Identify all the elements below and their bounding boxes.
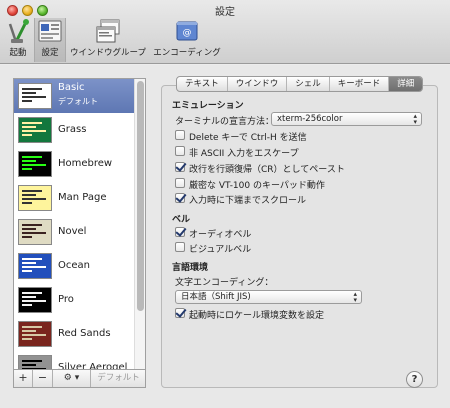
profile-thumbnail: [18, 355, 52, 369]
profile-name: Novel: [58, 226, 87, 237]
emulation-option-label: Delete キーで Ctrl-H を送信: [189, 133, 307, 143]
window-group-icon: [96, 19, 120, 43]
encoding-label: 文字エンコーディング：: [175, 278, 274, 288]
locale-env-checkbox[interactable]: [175, 308, 185, 318]
visual-bell-checkbox[interactable]: [175, 242, 185, 252]
emulation-option-label: 入力時に下端までスクロール: [189, 196, 307, 206]
toolbar-encodings[interactable]: @ エンコーディング: [150, 18, 224, 62]
toolbar-label: 設定: [41, 48, 59, 58]
toolbar-window-groups[interactable]: ウインドウグループ: [68, 18, 148, 62]
profile-name: Silver Aerogel: [58, 362, 128, 370]
toolbar-startup[interactable]: 起動: [3, 18, 33, 62]
bell-heading: ベル: [172, 215, 191, 225]
profile-list-scrollbar[interactable]: [134, 79, 145, 369]
profile-thumbnail: [18, 253, 52, 279]
profile-thumbnail: [18, 83, 52, 109]
light-switch-icon: [8, 19, 29, 43]
visual-bell-label: ビジュアルベル: [189, 245, 252, 255]
set-default-button[interactable]: デフォルト: [91, 370, 146, 387]
emulation-option-checkbox[interactable]: [175, 178, 185, 188]
profile-thumbnail: [18, 185, 52, 211]
profile-name: Basic: [58, 82, 85, 93]
terminal-type-popup[interactable]: xterm-256color ▴ ▾: [271, 112, 422, 126]
emulation-option-label: 厳密な VT-100 のキーパッド動作: [189, 181, 325, 191]
profile-item-man-page[interactable]: Man Page: [14, 181, 134, 215]
locale-env-label: 起動時にロケール環境変数を設定: [189, 311, 325, 321]
emulation-option-label: 非 ASCII 入力をエスケープ: [189, 149, 299, 159]
profile-item-novel[interactable]: Novel: [14, 215, 134, 249]
profile-name: Pro: [58, 294, 74, 305]
audio-bell-checkbox[interactable]: [175, 227, 185, 237]
profile-thumbnail: [18, 117, 52, 143]
tab-text[interactable]: テキスト: [177, 77, 228, 91]
tab-advanced[interactable]: 詳細: [389, 77, 423, 91]
tab-shell[interactable]: シェル: [287, 77, 330, 91]
profile-thumbnail: [18, 321, 52, 347]
help-button[interactable]: ?: [406, 371, 423, 388]
tab-keyboard[interactable]: キーボード: [330, 77, 390, 91]
chevron-updown-icon: ▴ ▾: [353, 290, 357, 304]
title-bar: 設定 起動 設定 ウインドウグループ @ エンコーディング: [0, 0, 450, 64]
emulation-option-checkbox[interactable]: [175, 146, 185, 156]
chevron-updown-icon: ▴ ▾: [413, 112, 417, 126]
gear-icon: ⚙: [63, 373, 72, 383]
language-heading: 言語環境: [172, 263, 209, 273]
profile-list[interactable]: Basic デフォルト Grass Homebrew Man Page Nove…: [13, 78, 146, 370]
profile-list-toolbar: + − ⚙ ▾ デフォルト: [13, 370, 146, 388]
profile-item-basic[interactable]: Basic デフォルト: [14, 79, 134, 113]
encoding-icon: @: [176, 21, 198, 41]
emulation-option-checkbox[interactable]: [175, 162, 185, 172]
toolbar-label: ウインドウグループ: [70, 48, 146, 58]
remove-profile-button[interactable]: −: [33, 370, 53, 387]
emulation-heading: エミュレーション: [172, 101, 244, 111]
profile-name: Homebrew: [58, 158, 113, 169]
profile-item-red-sands[interactable]: Red Sands: [14, 317, 134, 351]
settings-content: Basic デフォルト Grass Homebrew Man Page Nove…: [0, 65, 450, 408]
profile-name: Grass: [58, 124, 87, 135]
emulation-option-label: 改行を行頭復帰（CR）としてペースト: [189, 165, 345, 175]
emulation-option-checkbox[interactable]: [175, 130, 185, 140]
profile-thumbnail: [18, 287, 52, 313]
toolbar-settings[interactable]: 設定: [34, 18, 66, 62]
tab-window[interactable]: ウインドウ: [228, 77, 288, 91]
profile-thumbnail: [18, 219, 52, 245]
profile-item-silver-aerogel[interactable]: Silver Aerogel: [14, 351, 134, 370]
chevron-down-icon: ▾: [74, 373, 80, 383]
profile-name: Ocean: [58, 260, 90, 271]
add-profile-button[interactable]: +: [14, 370, 33, 387]
toolbar-label: 起動: [9, 48, 27, 58]
profile-item-homebrew[interactable]: Homebrew: [14, 147, 134, 181]
profile-item-pro[interactable]: Pro: [14, 283, 134, 317]
profile-thumbnail: [18, 151, 52, 177]
toolbar-label: エンコーディング: [153, 48, 221, 58]
audio-bell-label: オーディオベル: [189, 230, 252, 240]
profile-default-label: デフォルト: [58, 97, 98, 106]
terminal-type-value: xterm-256color: [277, 114, 343, 124]
window-title: 設定: [215, 7, 235, 18]
encoding-popup[interactable]: 日本語（Shift JIS) ▴ ▾: [175, 290, 362, 304]
profile-item-grass[interactable]: Grass: [14, 113, 134, 147]
scrollbar-thumb[interactable]: [137, 81, 144, 311]
profile-name: Red Sands: [58, 328, 111, 339]
settings-tabs: テキスト ウインドウ シェル キーボード 詳細: [176, 76, 424, 92]
encoding-value: 日本語（Shift JIS): [181, 292, 251, 302]
svg-text:@: @: [183, 28, 192, 38]
profile-actions-button[interactable]: ⚙ ▾: [53, 370, 91, 387]
settings-icon: [38, 20, 62, 42]
terminal-type-label: ターミナルの宣言方法：: [175, 117, 275, 127]
profile-item-ocean[interactable]: Ocean: [14, 249, 134, 283]
profile-name: Man Page: [58, 192, 107, 203]
emulation-option-checkbox[interactable]: [175, 193, 185, 203]
